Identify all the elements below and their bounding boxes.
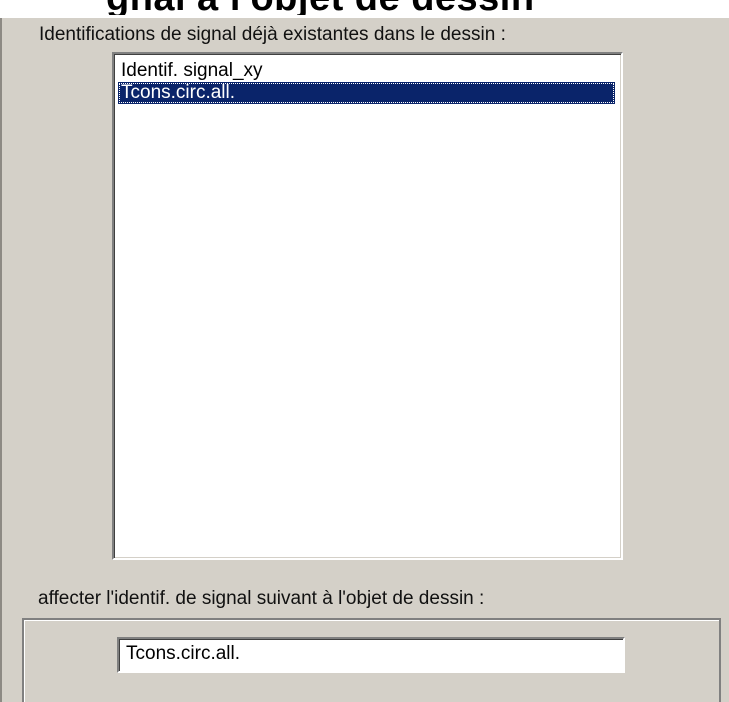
dialog-left-border xyxy=(0,18,2,702)
screenshot-page: gnal à l'objet de dessin Identifications… xyxy=(0,0,729,702)
existing-signal-ids-label: Identifications de signal déjà existante… xyxy=(39,24,506,45)
list-item-identif-signal-xy[interactable]: Identif. signal_xy xyxy=(118,60,615,82)
existing-signal-ids-listbox[interactable]: Identif. signal_xy Tcons.circ.all. xyxy=(112,52,623,560)
dialog-right-edge xyxy=(721,18,729,702)
assigned-signal-id-input[interactable]: Tcons.circ.all. xyxy=(117,637,625,673)
assign-signal-id-label: affecter l'identif. de signal suivant à … xyxy=(34,587,489,611)
list-item-tcons-circ-all[interactable]: Tcons.circ.all. xyxy=(118,82,615,104)
dialog-title: gnal à l'objet de dessin xyxy=(106,0,535,15)
